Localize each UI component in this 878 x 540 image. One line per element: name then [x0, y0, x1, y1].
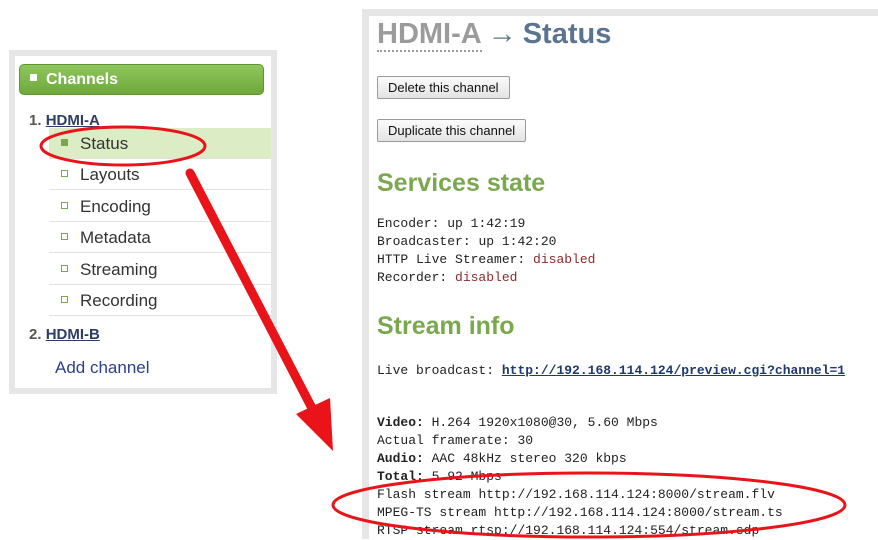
flash-stream-line: Flash stream http://192.168.114.124:8000…	[377, 486, 783, 504]
square-bullet-icon	[61, 233, 68, 241]
total-line: Total: 5.92 Mbps	[377, 468, 783, 486]
sidebar-item-encoding[interactable]: Encoding	[49, 191, 271, 222]
service-label: Broadcaster:	[377, 234, 471, 249]
framerate-value: 30	[517, 433, 534, 448]
sidebar-item-metadata[interactable]: Metadata	[49, 222, 271, 253]
service-http-live-streamer: HTTP Live Streamer: disabled	[377, 251, 595, 269]
mpegts-stream-line: MPEG-TS stream http://192.168.114.124:80…	[377, 504, 783, 522]
flash-stream-label: Flash stream	[377, 487, 471, 502]
mpegts-stream-url: http://192.168.114.124:8000/stream.ts	[494, 505, 783, 520]
square-bullet-icon	[61, 170, 68, 178]
video-label: Video:	[377, 415, 424, 430]
red-arrow-head-icon	[296, 398, 333, 451]
live-broadcast-link[interactable]: http://192.168.114.124/preview.cgi?chann…	[502, 363, 845, 378]
live-broadcast-label: Live broadcast:	[377, 363, 495, 378]
sidebar-item-recording[interactable]: Recording	[49, 285, 271, 316]
sidebar-item-label: Status	[80, 134, 129, 153]
breadcrumb-arrow: →	[487, 18, 517, 50]
square-icon	[30, 74, 37, 82]
sidebar-item-status[interactable]: Status	[49, 128, 271, 159]
channel-1-number: 1.	[29, 112, 42, 129]
sidebar-item-label: Streaming	[80, 260, 158, 279]
service-broadcaster: Broadcaster: up 1:42:20	[377, 233, 595, 251]
channels-sidebar: Channels 1. HDMI-A Status Layouts Encodi…	[15, 56, 271, 388]
sidebar-item-label: Recording	[80, 291, 158, 310]
flash-stream-url: http://192.168.114.124:8000/stream.flv	[478, 487, 775, 502]
delete-channel-button[interactable]: Delete this channel	[377, 76, 510, 99]
square-bullet-icon	[61, 139, 68, 147]
page-title: HDMI-A → Status	[377, 18, 612, 52]
square-bullet-icon	[61, 265, 68, 273]
channel-2-number: 2.	[29, 326, 42, 343]
service-value: disabled	[455, 270, 518, 285]
live-broadcast-line: Live broadcast: http://192.168.114.124/p…	[377, 362, 845, 380]
stream-info-heading: Stream info	[377, 312, 515, 340]
channel-1-title: 1. HDMI-A	[29, 112, 100, 129]
video-line: Video: H.264 1920x1080@30, 5.60 Mbps	[377, 414, 783, 432]
total-value: 5.92 Mbps	[431, 469, 502, 484]
service-value: disabled	[533, 252, 596, 267]
service-label: HTTP Live Streamer:	[377, 252, 526, 267]
sidebar-item-streaming[interactable]: Streaming	[49, 254, 271, 285]
channel-1-link[interactable]: HDMI-A	[46, 112, 100, 129]
video-value: H.264 1920x1080@30, 5.60 Mbps	[431, 415, 658, 430]
audio-line: Audio: AAC 48kHz stereo 320 kbps	[377, 450, 783, 468]
square-bullet-icon	[61, 202, 68, 210]
sidebar-item-label: Metadata	[80, 228, 151, 247]
breadcrumb-channel-link[interactable]: HDMI-A	[377, 18, 482, 52]
service-value: up 1:42:20	[478, 234, 557, 249]
services-state-heading: Services state	[377, 169, 546, 197]
service-encoder: Encoder: up 1:42:19	[377, 215, 595, 233]
rtsp-stream-line: RTSP stream rtsp://192.168.114.124:554/s…	[377, 522, 783, 540]
square-bullet-icon	[61, 296, 68, 304]
total-label: Total:	[377, 469, 424, 484]
sidebar-item-layouts[interactable]: Layouts	[49, 159, 271, 190]
service-label: Encoder:	[377, 216, 440, 231]
duplicate-channel-button[interactable]: Duplicate this channel	[377, 119, 527, 142]
service-value: up 1:42:19	[447, 216, 526, 231]
audio-value: AAC 48kHz stereo 320 kbps	[431, 451, 627, 466]
channel-2-link[interactable]: HDMI-B	[46, 326, 100, 343]
page-title-text: Status	[522, 18, 612, 50]
channels-sidebar-frame: Channels 1. HDMI-A Status Layouts Encodi…	[9, 50, 277, 394]
sidebar-item-label: Encoding	[80, 197, 151, 216]
stream-details: Video: H.264 1920x1080@30, 5.60 Mbps Act…	[377, 414, 783, 540]
rtsp-stream-url: rtsp://192.168.114.124:554/stream.sdp	[470, 523, 760, 538]
rtsp-stream-label: RTSP stream	[377, 523, 463, 538]
service-label: Recorder:	[377, 270, 448, 285]
status-page: HDMI-A → Status Delete this channel Duplic…	[369, 16, 878, 539]
mpegts-stream-label: MPEG-TS stream	[377, 505, 487, 520]
framerate-line: Actual framerate: 30	[377, 432, 783, 450]
service-recorder: Recorder: disabled	[377, 269, 595, 287]
channel-2-title: 2. HDMI-B	[29, 326, 100, 343]
channels-header: Channels	[19, 64, 264, 95]
channels-header-label: Channels	[46, 71, 119, 88]
audio-label: Audio:	[377, 451, 424, 466]
framerate-label: Actual framerate:	[377, 433, 510, 448]
add-channel-link[interactable]: Add channel	[55, 358, 150, 378]
status-page-frame: HDMI-A → Status Delete this channel Duplic…	[362, 9, 878, 539]
services-list: Encoder: up 1:42:19 Broadcaster: up 1:42…	[377, 215, 595, 287]
sidebar-item-label: Layouts	[80, 165, 140, 184]
